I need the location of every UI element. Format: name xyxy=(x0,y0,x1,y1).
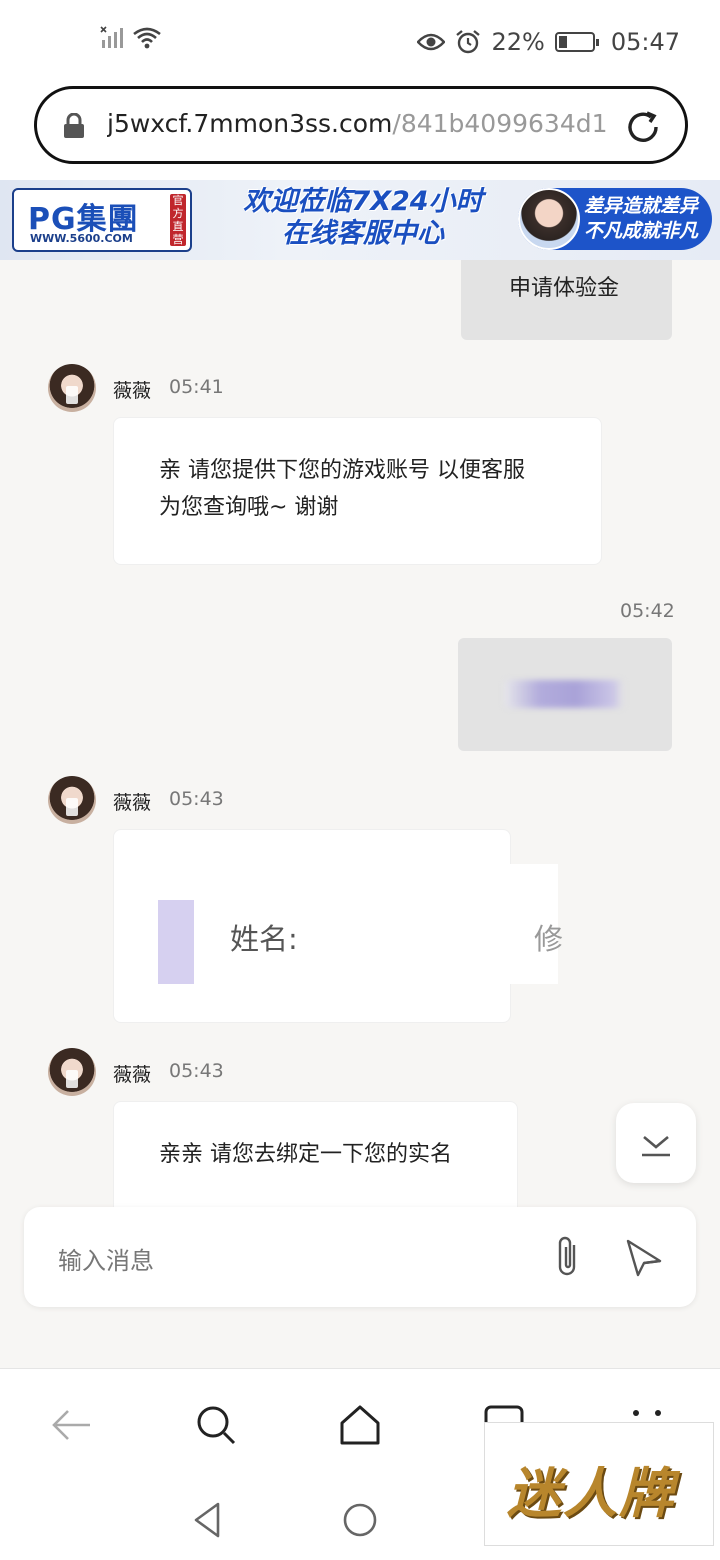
url-path: /841b4099634d1f xyxy=(392,109,607,138)
watermark-logo: 迷人牌 xyxy=(484,1422,714,1546)
status-bar: 22% 05:47 xyxy=(0,0,720,84)
agent-slogan: 差异造就差异 不凡成就非凡 xyxy=(518,188,712,250)
message-line-2: 为您查询哦~ 谢谢 xyxy=(159,495,339,520)
incoming-message: 亲 请您提供下您的游戏账号 以便客服 为您查询哦~ 谢谢 xyxy=(113,417,602,565)
header-banner: PG集團 WWW.5600.COM 官方直营 欢迎莅临7X24小时 在线客服中心… xyxy=(0,180,720,260)
battery-icon xyxy=(554,32,599,52)
avatar[interactable] xyxy=(48,776,96,824)
message-time: 05:43 xyxy=(169,788,224,810)
sender-name: 薇薇 xyxy=(113,1064,152,1086)
reload-icon[interactable] xyxy=(623,107,663,147)
alarm-icon xyxy=(456,30,481,54)
attachment-icon[interactable] xyxy=(548,1235,588,1279)
message-text: 申请体验金 xyxy=(509,276,620,301)
logo-badge: 官方直营 xyxy=(170,194,186,246)
lock-icon xyxy=(64,113,84,138)
url-field[interactable]: j5wxcf.7mmon3ss.com/841b4099634d1f xyxy=(34,86,688,164)
signal-icon xyxy=(100,26,123,48)
slogan-line-2: 不凡成就非凡 xyxy=(584,220,699,242)
wifi-icon xyxy=(133,27,161,49)
scroll-to-bottom-button[interactable] xyxy=(616,1103,696,1183)
back-icon[interactable] xyxy=(50,1403,94,1447)
send-icon[interactable] xyxy=(622,1235,666,1279)
message-line-1: 亲 请您提供下您的游戏账号 以便客服 xyxy=(159,458,525,483)
url-text: j5wxcf.7mmon3ss.com/841b4099634d1f xyxy=(107,109,607,138)
welcome-text: 欢迎莅临7X24小时 在线客服中心 xyxy=(218,186,508,250)
message-time: 05:42 xyxy=(620,600,675,622)
welcome-line-2: 在线客服中心 xyxy=(282,218,444,249)
message-composer: 输入消息 xyxy=(24,1207,696,1307)
pg-logo: PG集團 WWW.5600.COM 官方直营 xyxy=(12,188,192,252)
nav-back-icon[interactable] xyxy=(190,1500,224,1540)
image-label-right: 修 xyxy=(534,922,564,956)
blurred-content xyxy=(504,680,624,708)
outgoing-message: 申请体验金 xyxy=(461,260,672,340)
message-text: 亲 请您提供下您的游戏账号 以便客服 为您查询哦~ 谢谢 xyxy=(159,452,525,526)
incoming-message: 亲亲 请您去绑定一下您的实名 xyxy=(113,1101,518,1210)
image-label: 姓名: xyxy=(230,922,298,956)
eye-icon xyxy=(417,33,446,51)
watermark-text: 迷人牌 xyxy=(507,1462,675,1525)
address-bar: j5wxcf.7mmon3ss.com/841b4099634d1f xyxy=(0,84,720,180)
url-host: j5wxcf.7mmon3ss.com xyxy=(107,109,393,138)
image-highlight xyxy=(158,900,194,984)
welcome-line-1: 欢迎莅临7X24小时 xyxy=(243,186,483,217)
chat-messages[interactable]: 申请体验金 薇薇 05:41 亲 请您提供下您的游戏账号 以便客服 为您查询哦~… xyxy=(0,260,720,1210)
message-text: 亲亲 请您去绑定一下您的实名 xyxy=(159,1142,452,1167)
message-time: 05:41 xyxy=(169,376,224,398)
sender-name: 薇薇 xyxy=(113,792,152,814)
message-image[interactable]: 姓名: 修 xyxy=(130,864,563,984)
agent-avatar xyxy=(518,188,580,250)
clock: 05:47 xyxy=(610,28,680,56)
nav-home-icon[interactable] xyxy=(342,1502,378,1538)
slogan-line-1: 差异造就差异 xyxy=(584,195,699,217)
message-input[interactable]: 输入消息 xyxy=(58,1241,154,1276)
chevron-down-icon xyxy=(642,1136,670,1157)
sender-name: 薇薇 xyxy=(113,380,152,402)
search-icon[interactable] xyxy=(194,1403,238,1447)
home-icon[interactable] xyxy=(338,1403,382,1447)
avatar[interactable] xyxy=(48,364,96,412)
avatar[interactable] xyxy=(48,1048,96,1096)
logo-url: WWW.5600.COM xyxy=(30,232,133,245)
message-time: 05:43 xyxy=(169,1060,224,1082)
outgoing-image-message[interactable] xyxy=(458,638,672,751)
battery-percent: 22% xyxy=(491,28,545,56)
slogan-text: 差异造就差异 不凡成就非凡 xyxy=(584,194,698,244)
